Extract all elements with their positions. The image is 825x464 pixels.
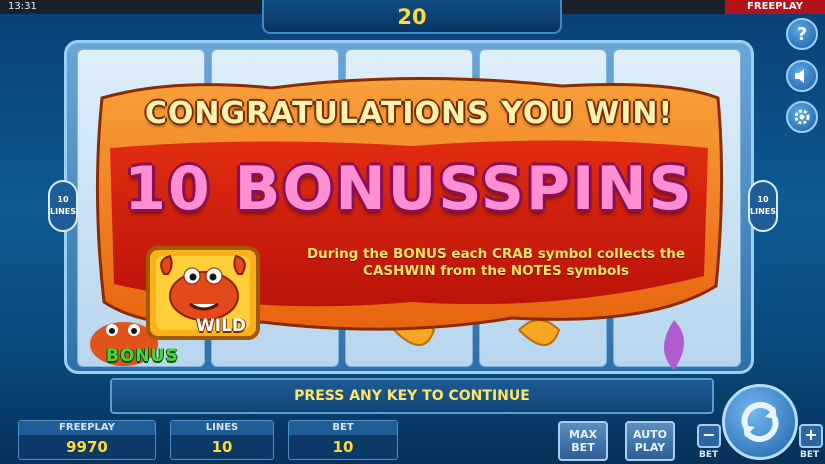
balance-value: 9970: [66, 438, 108, 456]
bet-panel: BET 10: [288, 420, 398, 460]
bonus-info-text: During the BONUS each CRAB symbol collec…: [306, 246, 686, 279]
bet-plus-button[interactable]: +: [799, 424, 823, 448]
spin-button[interactable]: [722, 384, 798, 460]
settings-icon: [794, 109, 810, 125]
help-icon: ?: [796, 23, 808, 45]
lines-label: LINES: [171, 421, 273, 435]
sound-icon: [795, 69, 804, 83]
bonus-symbol-label: BONUS: [106, 346, 179, 366]
sound-button[interactable]: [786, 60, 818, 92]
bet-minus-button[interactable]: −: [697, 424, 721, 448]
wild-crab-symbol: WILD: [144, 244, 268, 344]
popup-headline: CONGRATULATIONS YOU WIN!: [144, 96, 674, 131]
spin-arrows-icon: [741, 402, 779, 442]
balance-panel: FREEPLAY 9970: [18, 420, 156, 460]
lines-badge-right-text: 10 LINES: [750, 195, 776, 216]
balance-label: FREEPLAY: [19, 421, 155, 435]
bet-minus-label: BET: [699, 450, 719, 460]
clock: 13:31: [8, 1, 37, 12]
lines-badge-right: 10 LINES: [748, 180, 778, 232]
settings-button[interactable]: [786, 101, 818, 133]
bet-label: BET: [289, 421, 397, 435]
bet-value: 10: [332, 438, 354, 456]
bonus-win-popup: CONGRATULATIONS YOU WIN! 10 BONUSSPINS D…: [92, 76, 726, 344]
help-button[interactable]: ?: [786, 18, 818, 50]
auto-play-button[interactable]: AUTO PLAY: [625, 421, 675, 461]
lines-badge-left-text: 10 LINES: [50, 195, 76, 216]
lines-badge-left: 10 LINES: [48, 180, 78, 232]
freeplay-badge: FREEPLAY: [725, 0, 825, 14]
wild-label: WILD: [196, 316, 247, 336]
bet-plus-label: BET: [800, 450, 820, 460]
lines-panel: LINES 10: [170, 420, 274, 460]
bonus-spins-count: 10 BONUSSPINS: [124, 154, 694, 224]
lines-value: 10: [211, 438, 233, 456]
continue-prompt[interactable]: PRESS ANY KEY TO CONTINUE: [110, 378, 714, 414]
max-bet-button[interactable]: MAX BET: [558, 421, 608, 461]
win-counter: 20: [262, 0, 562, 34]
